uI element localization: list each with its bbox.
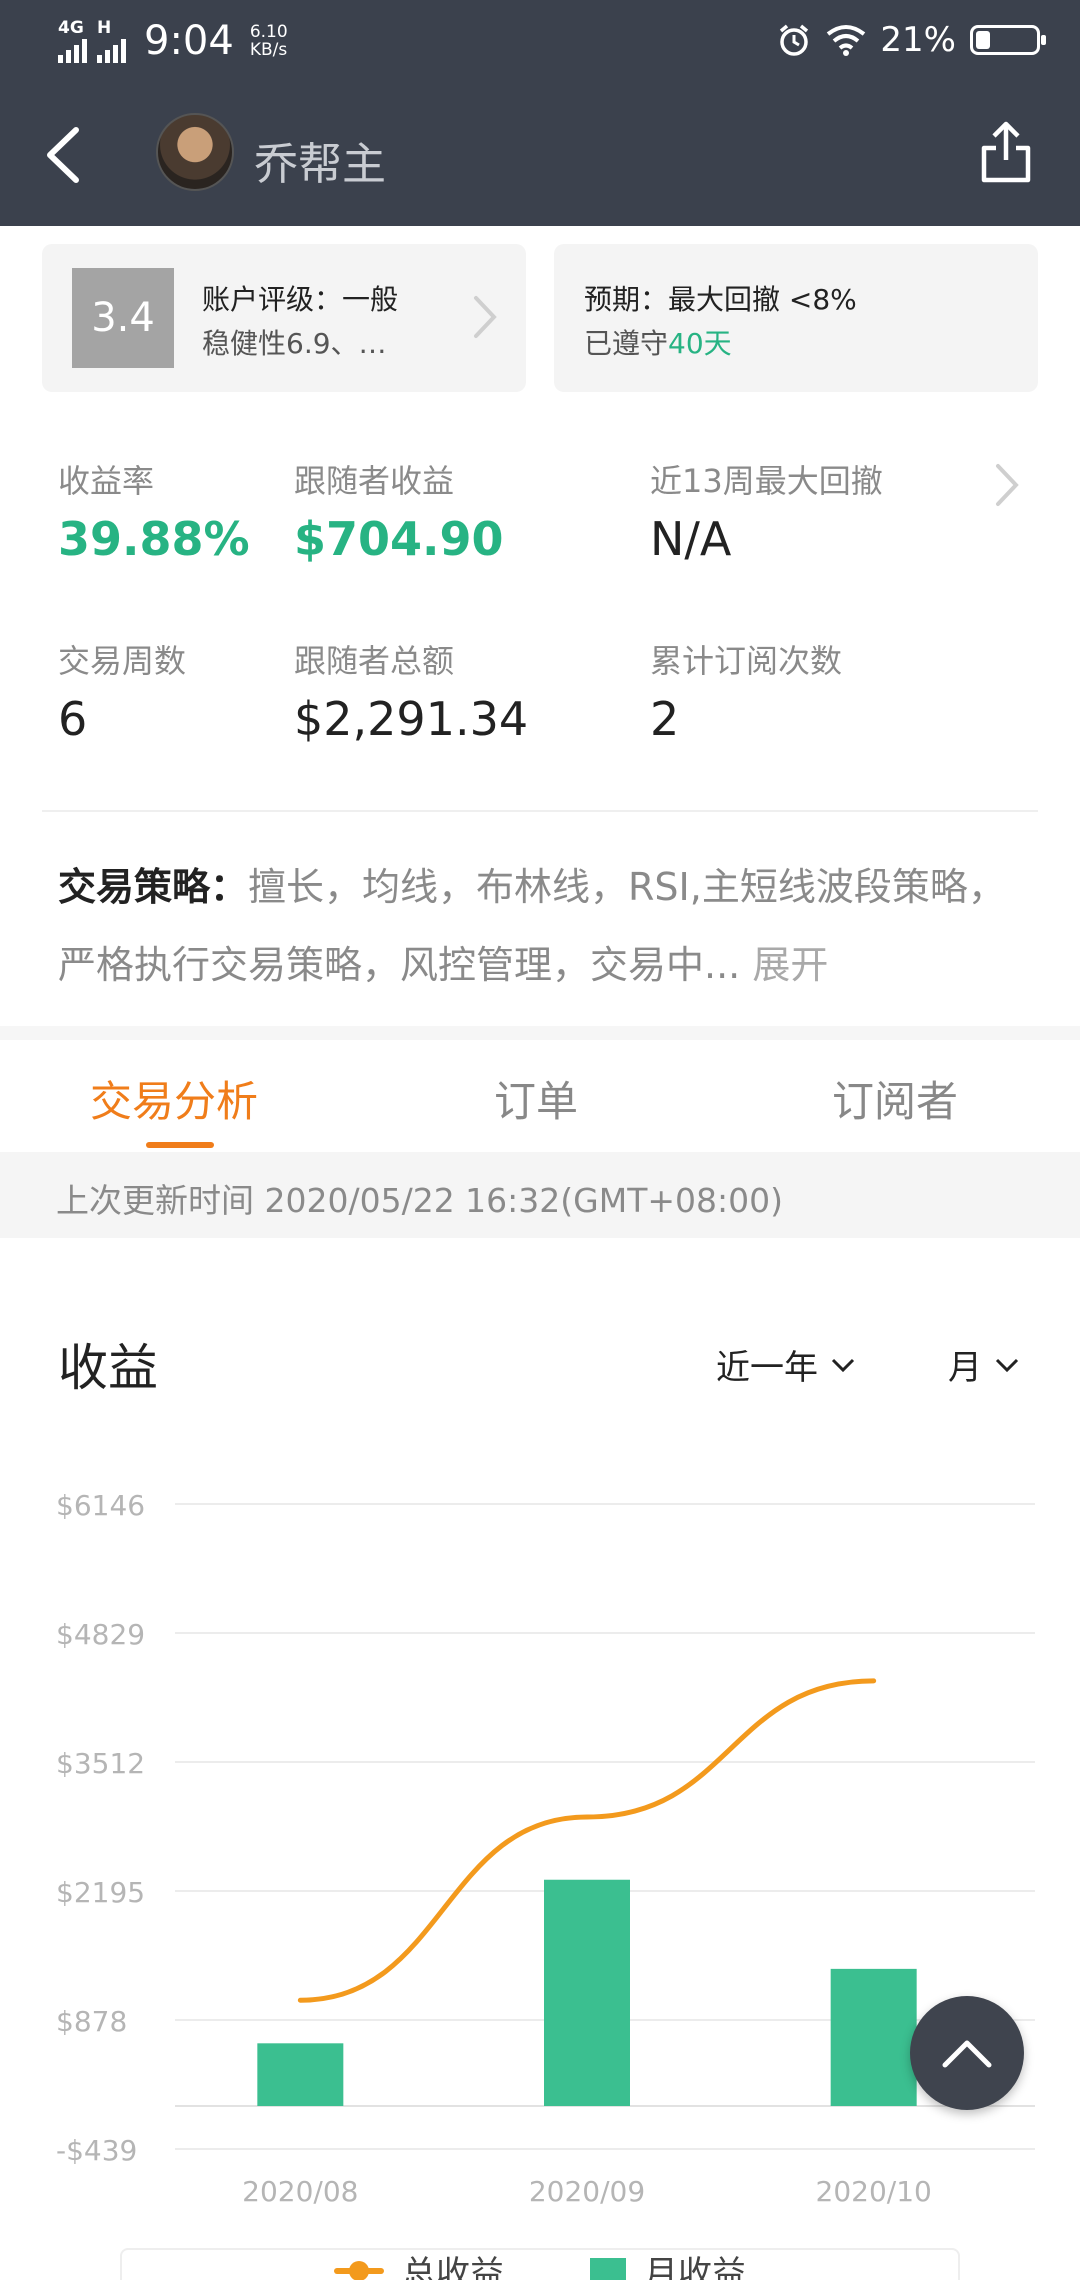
follower-profit-value: $704.90 (294, 512, 504, 566)
signal-bars-icon (97, 37, 126, 63)
tab-trade-analysis[interactable]: 交易分析 (90, 1068, 258, 1129)
subscription-count-label: 累计订阅次数 (650, 642, 843, 680)
strategy-label: 交易策略： (58, 865, 249, 909)
network-type-label: 4G (58, 17, 84, 38)
signal-4g: 4G (58, 17, 87, 63)
divider (42, 810, 1038, 812)
share-icon[interactable] (976, 118, 1036, 188)
legend-line-swatch (334, 2260, 384, 2280)
return-rate-label: 收益率 (58, 462, 155, 500)
follower-total-label: 跟随者总额 (294, 642, 455, 680)
chevron-up-icon (942, 2040, 992, 2068)
rating-score: 3.4 (72, 268, 174, 368)
rating-subtitle: 稳健性6.9、… (202, 327, 387, 360)
chevron-right-icon[interactable] (992, 460, 1022, 510)
expectation-subtitle: 已遵守40天 (584, 322, 732, 362)
clock: 9:04 (144, 18, 234, 64)
wifi-icon (827, 25, 866, 56)
return-rate-value: 39.88% (58, 512, 250, 566)
max-drawdown-label[interactable]: 近13周最大回撤 (650, 456, 883, 502)
legend-item-total[interactable]: 总收益 (334, 2246, 504, 2280)
trade-weeks-value: 6 (58, 692, 88, 746)
update-time-bar: 上次更新时间 2020/05/22 16:32(GMT+08:00) (0, 1152, 1080, 1238)
bar-monthly-2020-08 (257, 2043, 344, 2106)
active-tab-indicator (146, 1142, 214, 1148)
y-tick-label: $3512 (56, 1747, 145, 1780)
range-value: 近一年 (716, 1348, 818, 1388)
expectation-title: 预期：最大回撤 <8% (584, 283, 857, 316)
subscription-count-value: 2 (650, 692, 680, 746)
rating-title: 账户评级：一般 (202, 283, 399, 316)
section-separator (0, 1026, 1080, 1040)
y-tick-label: $6146 (56, 1489, 145, 1522)
speed-unit: KB/s (249, 40, 288, 60)
nav-bar: 乔帮主 (0, 100, 1080, 210)
y-tick-label: $4829 (56, 1618, 145, 1651)
chart-legend (120, 2248, 960, 2280)
username[interactable]: 乔帮主 (254, 128, 386, 192)
legend-label-monthly: 月收益 (644, 2254, 746, 2280)
speed-value: 6.10 (249, 22, 288, 42)
max-drawdown-value: N/A (650, 512, 732, 566)
chevron-down-icon (995, 1358, 1019, 1372)
tab-orders[interactable]: 订单 (494, 1068, 578, 1129)
follower-profit-label: 跟随者收益 (294, 462, 455, 500)
battery-percent: 21% (880, 20, 956, 60)
expectation-days: 40天 (668, 327, 732, 360)
account-rating-card[interactable]: 3.4 账户评级：一般 稳健性6.9、… (42, 244, 526, 392)
signal-h: H (97, 17, 126, 63)
period-value: 月 (948, 1348, 982, 1388)
trade-weeks-label: 交易周数 (58, 642, 187, 680)
network-type-label: H (97, 17, 112, 38)
back-arrow-icon[interactable] (38, 120, 98, 190)
range-dropdown[interactable]: 近一年 (716, 1340, 856, 1389)
chevron-right-icon (474, 296, 497, 338)
bar-monthly-2020-10 (830, 1968, 917, 2106)
bar-monthly-2020-09 (544, 1879, 630, 2106)
legend-item-monthly[interactable]: 月收益 (590, 2246, 746, 2280)
period-dropdown[interactable]: 月 (948, 1340, 1020, 1389)
chevron-down-icon (831, 1358, 855, 1372)
x-tick-label: 2020/10 (816, 2175, 932, 2208)
follower-total-value: $2,291.34 (294, 692, 529, 746)
status-bar: 4G H 9:04 6.10 KB/s 21% (0, 0, 1080, 82)
trading-strategy: 交易策略：擅长，均线，布林线，RSI,主短线波段策略，严格执行交易策略，风控管理… (58, 848, 1038, 1004)
signal-bars-icon (58, 37, 87, 63)
legend-bar-swatch (590, 2257, 626, 2280)
update-time-text: 上次更新时间 2020/05/22 16:32(GMT+08:00) (56, 1181, 783, 1220)
legend-label-total: 总收益 (402, 2254, 504, 2280)
expectation-card: 预期：最大回撤 <8% 已遵守40天 (554, 244, 1038, 392)
y-tick-label: -$439 (56, 2134, 137, 2167)
income-chart: $6146 $4829 $3512 $2195 $878 -$439 2020/08 2020… (56, 1489, 1035, 2208)
tab-subscribers[interactable]: 订阅者 (832, 1068, 958, 1129)
income-title: 收益 (58, 1339, 158, 1397)
expectation-prefix: 已遵守 (584, 327, 669, 360)
battery-icon (970, 25, 1046, 55)
y-tick-label: $2195 (56, 1876, 145, 1909)
app-header: 4G H 9:04 6.10 KB/s 21% 乔帮主 (0, 0, 1080, 226)
x-tick-label: 2020/08 (242, 2175, 358, 2208)
x-tick-label: 2020/09 (529, 2175, 645, 2208)
expand-link[interactable]: 展开 (752, 943, 828, 987)
network-speed: 6.10 KB/s (250, 23, 288, 59)
avatar[interactable] (156, 113, 234, 191)
y-tick-label: $878 (56, 2005, 127, 2038)
alarm-icon (780, 24, 809, 56)
scroll-to-top-button[interactable] (910, 1996, 1024, 2110)
